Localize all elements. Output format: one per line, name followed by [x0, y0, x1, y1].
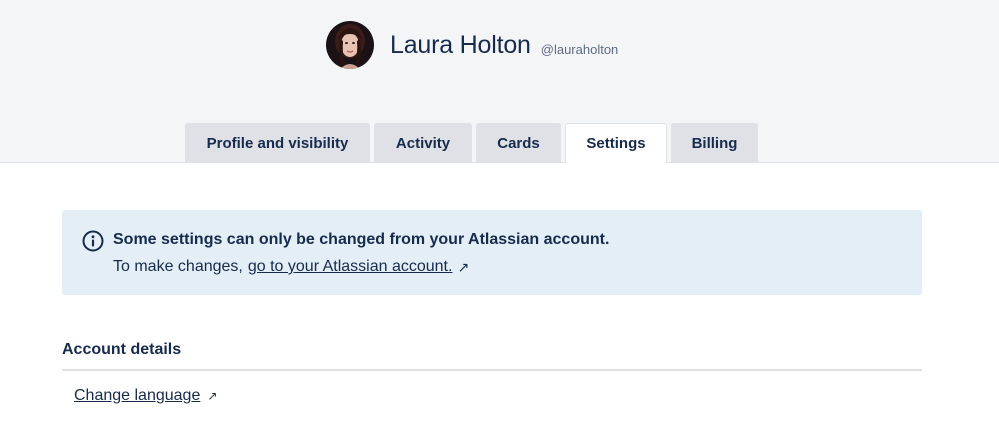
- profile-identity: Laura Holton @lauraholton: [326, 21, 618, 69]
- section-divider: [62, 369, 922, 371]
- account-details-title: Account details: [62, 341, 182, 358]
- atlassian-account-link[interactable]: go to your Atlassian account.: [248, 258, 453, 276]
- atlassian-account-notice: Some settings can only be changed from y…: [62, 210, 922, 295]
- tab-profile-and-visibility[interactable]: Profile and visibility: [185, 123, 370, 163]
- profile-tabs: Profile and visibility Activity Cards Se…: [185, 123, 758, 163]
- profile-header: Laura Holton @lauraholton Profile and vi…: [0, 0, 999, 163]
- avatar-image: [326, 21, 374, 69]
- notice-body-text: To make changes,: [113, 258, 243, 275]
- change-language-link[interactable]: Change language: [74, 387, 200, 405]
- tab-activity[interactable]: Activity: [374, 123, 472, 163]
- tab-settings[interactable]: Settings: [565, 123, 667, 163]
- tab-cards[interactable]: Cards: [476, 123, 561, 163]
- external-link-icon: ↗: [457, 258, 470, 275]
- tab-billing[interactable]: Billing: [671, 123, 758, 163]
- info-icon: [82, 230, 104, 252]
- profile-username: @lauraholton: [540, 41, 619, 57]
- profile-full-name: Laura Holton: [390, 30, 531, 59]
- notice-title: Some settings can only be changed from y…: [113, 231, 610, 248]
- external-link-icon: ↗: [207, 389, 218, 403]
- change-language-row: Change language ↗: [74, 387, 217, 405]
- avatar[interactable]: [326, 21, 374, 69]
- notice-body: To make changes, go to your Atlassian ac…: [113, 258, 469, 276]
